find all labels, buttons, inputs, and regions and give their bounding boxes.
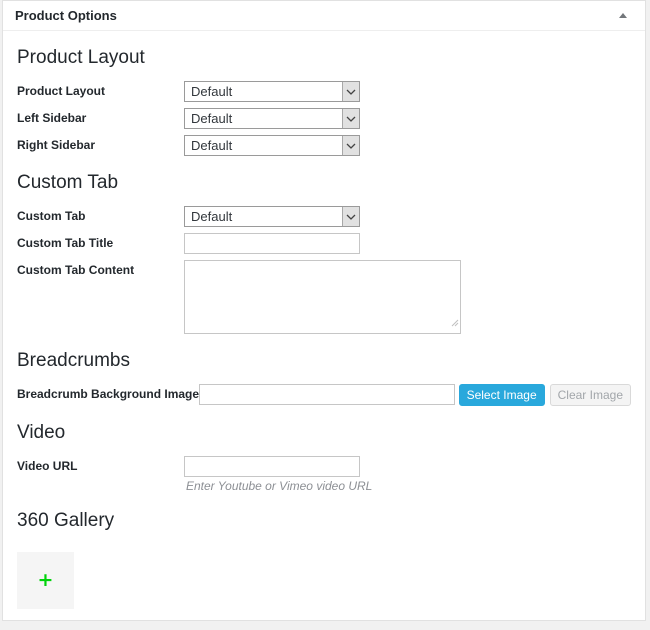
panel-title: Product Options xyxy=(15,9,117,22)
section-heading-360-gallery: 360 Gallery xyxy=(17,511,631,530)
arrow-up-icon xyxy=(619,13,627,18)
field-row-right-sidebar: Right Sidebar Default xyxy=(17,135,631,156)
product-layout-label: Product Layout xyxy=(17,81,184,98)
section-heading-product-layout: Product Layout xyxy=(17,48,631,67)
select-image-button[interactable]: Select Image xyxy=(459,384,545,406)
breadcrumb-background-image-input[interactable] xyxy=(199,384,455,405)
chevron-down-icon xyxy=(342,82,359,101)
custom-tab-content-textarea[interactable] xyxy=(184,260,461,334)
collapse-toggle-button[interactable] xyxy=(609,7,637,24)
video-url-help-text: Enter Youtube or Vimeo video URL xyxy=(186,479,631,494)
chevron-down-icon xyxy=(342,109,359,128)
clear-image-button[interactable]: Clear Image xyxy=(550,384,631,406)
field-row-custom-tab: Custom Tab Default xyxy=(17,206,631,227)
custom-tab-content-wrap xyxy=(184,260,461,334)
field-row-breadcrumb-background-image: Breadcrumb Background Image Select Image… xyxy=(17,384,631,406)
section-heading-custom-tab: Custom Tab xyxy=(17,173,631,192)
custom-tab-content-label: Custom Tab Content xyxy=(17,260,184,277)
left-sidebar-select[interactable]: Default xyxy=(184,108,360,129)
field-row-left-sidebar: Left Sidebar Default xyxy=(17,108,631,129)
right-sidebar-select[interactable]: Default xyxy=(184,135,360,156)
field-row-product-layout: Product Layout Default xyxy=(17,81,631,102)
gallery-add-image-tile[interactable]: + xyxy=(17,552,74,609)
section-heading-breadcrumbs: Breadcrumbs xyxy=(17,351,631,370)
left-sidebar-select-value: Default xyxy=(185,109,342,128)
field-row-custom-tab-title: Custom Tab Title xyxy=(17,233,631,254)
panel-body: Product Layout Product Layout Default Le… xyxy=(3,48,645,609)
product-layout-select[interactable]: Default xyxy=(184,81,360,102)
plus-icon: + xyxy=(38,571,54,590)
page-background: Product Options Product Layout Product L… xyxy=(0,0,650,630)
chevron-down-icon xyxy=(342,207,359,226)
field-row-video-url: Video URL xyxy=(17,456,631,477)
video-url-input[interactable] xyxy=(184,456,360,477)
left-sidebar-label: Left Sidebar xyxy=(17,108,184,125)
custom-tab-title-label: Custom Tab Title xyxy=(17,233,184,250)
breadcrumb-background-image-label: Breadcrumb Background Image xyxy=(17,384,199,401)
custom-tab-label: Custom Tab xyxy=(17,206,184,223)
product-layout-select-value: Default xyxy=(185,82,342,101)
custom-tab-select[interactable]: Default xyxy=(184,206,360,227)
right-sidebar-label: Right Sidebar xyxy=(17,135,184,152)
product-options-panel: Product Options Product Layout Product L… xyxy=(2,0,646,621)
custom-tab-select-value: Default xyxy=(185,207,342,226)
custom-tab-title-input[interactable] xyxy=(184,233,360,254)
video-url-label: Video URL xyxy=(17,456,184,473)
section-heading-video: Video xyxy=(17,423,631,442)
field-row-custom-tab-content: Custom Tab Content xyxy=(17,260,631,334)
right-sidebar-select-value: Default xyxy=(185,136,342,155)
chevron-down-icon xyxy=(342,136,359,155)
panel-header[interactable]: Product Options xyxy=(3,1,645,31)
